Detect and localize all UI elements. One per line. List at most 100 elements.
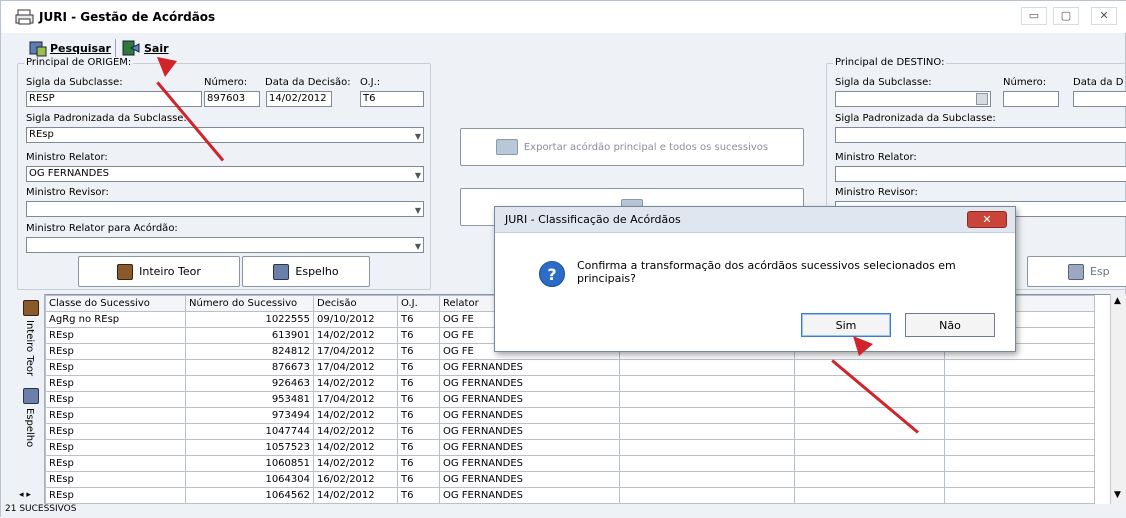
origem-oj-label: O.J.: (360, 77, 381, 88)
table-cell (944, 407, 1095, 424)
column-header[interactable]: O.J. (397, 295, 440, 312)
table-cell (794, 471, 945, 488)
table-cell (944, 439, 1095, 456)
side-tab-inteiro-teor[interactable]: Inteiro Teor (20, 300, 42, 380)
origem-sigla-padronizada-label: Sigla Padronizada da Subclasse: (26, 113, 187, 124)
origem-relator-select[interactable]: OG FERNANDES ▼ (26, 166, 424, 182)
tab-scroll-arrows-icon[interactable]: ◂ ▸ (19, 490, 31, 500)
table-cell: OG FERNANDES (439, 391, 620, 408)
table-row[interactable]: REsp 1064562 14/02/2012 T6 OG FERNANDES (45, 487, 1095, 504)
document-icon (117, 263, 134, 280)
inteiro-teor-button-label: Inteiro Teor (139, 265, 201, 278)
origem-data-field[interactable]: 14/02/2012 (266, 91, 332, 107)
table-cell: 876673 (185, 359, 314, 376)
no-button[interactable]: Não (905, 313, 995, 337)
table-cell: REsp (45, 327, 186, 344)
origem-group-label: Principal de ORIGEM: (24, 57, 134, 68)
table-row[interactable]: REsp 1047744 14/02/2012 T6 OG FERNANDES (45, 423, 1095, 440)
destino-relator-select[interactable] (835, 166, 1126, 182)
search-button[interactable]: Pesquisar (29, 37, 111, 59)
confirm-dialog: JURI - Classificação de Acórdãos ✕ ? Con… (494, 206, 1016, 352)
table-cell (944, 423, 1095, 440)
table-cell: 1057523 (185, 439, 314, 456)
column-header[interactable]: Decisão (313, 295, 398, 312)
table-cell: 14/02/2012 (313, 327, 398, 344)
table-row[interactable]: REsp 876673 17/04/2012 T6 OG FERNANDES (45, 359, 1095, 376)
column-header[interactable]: Número do Sucessivo (185, 295, 314, 312)
destino-revisor-label: Ministro Revisor: (835, 187, 918, 198)
minimize-button[interactable]: ▭ (1021, 7, 1047, 25)
origem-sigla-label: Sigla da Subclasse: (26, 77, 123, 88)
table-cell: 17/04/2012 (313, 359, 398, 376)
table-cell (619, 391, 795, 408)
table-cell: 1064562 (185, 487, 314, 504)
table-row[interactable]: REsp 973494 14/02/2012 T6 OG FERNANDES (45, 407, 1095, 424)
window-title: JURI - Gestão de Acórdãos (39, 10, 216, 24)
table-cell: 1064304 (185, 471, 314, 488)
table-cell: T6 (397, 343, 440, 360)
origem-relator-acordao-select[interactable]: ▼ (26, 237, 424, 253)
close-button[interactable]: ✕ (1091, 7, 1117, 25)
status-bar: 21 SUCESSIVOS (1, 504, 1126, 518)
table-cell: OG FERNANDES (439, 471, 620, 488)
inteiro-teor-button[interactable]: Inteiro Teor (78, 256, 240, 287)
table-cell: T6 (397, 311, 440, 328)
table-cell (944, 375, 1095, 392)
dialog-close-button[interactable]: ✕ (967, 211, 1007, 228)
table-cell: 14/02/2012 (313, 423, 398, 440)
search-icon (29, 41, 47, 57)
scroll-down-icon[interactable]: ▼ (1114, 490, 1121, 500)
scroll-up-icon[interactable]: ▲ (1114, 296, 1121, 306)
restore-button[interactable]: ▢ (1053, 7, 1079, 25)
destino-espelho-button-label: Esp (1090, 265, 1110, 278)
dialog-body: ? Confirma a transformação dos acórdãos … (501, 237, 1009, 345)
destino-sigla-padronizada-select[interactable] (835, 127, 1126, 143)
origem-numero-field[interactable]: 897603 (204, 91, 260, 107)
destino-numero-field[interactable] (1003, 91, 1059, 107)
table-cell: 16/02/2012 (313, 471, 398, 488)
mirror-document-icon (273, 263, 290, 280)
table-row[interactable]: REsp 1057523 14/02/2012 T6 OG FERNANDES (45, 439, 1095, 456)
table-cell: 1060851 (185, 455, 314, 472)
table-cell (794, 359, 945, 376)
table-row[interactable]: REsp 1060851 14/02/2012 T6 OG FERNANDES (45, 455, 1095, 472)
yes-button[interactable]: Sim (801, 313, 891, 337)
table-row[interactable]: REsp 953481 17/04/2012 T6 OG FERNANDES (45, 391, 1095, 408)
table-cell: REsp (45, 455, 186, 472)
destino-espelho-button[interactable]: Esp (1027, 256, 1126, 287)
table-cell: 14/02/2012 (313, 439, 398, 456)
destino-numero-label: Número: (1003, 77, 1047, 88)
export-button[interactable]: Exportar acórdão principal e todos os su… (460, 128, 804, 166)
destino-data-label: Data da D (1073, 77, 1124, 88)
table-cell (944, 487, 1095, 504)
table-cell (619, 359, 795, 376)
chevron-down-icon: ▼ (414, 242, 421, 251)
table-cell: 14/02/2012 (313, 375, 398, 392)
chevron-down-icon: ▼ (414, 171, 421, 180)
column-header[interactable]: Classe do Sucessivo (45, 295, 186, 312)
table-cell: T6 (397, 439, 440, 456)
title-bar: JURI - Gestão de Acórdãos ▭ ▢ ✕ (1, 1, 1126, 33)
espelho-button-label: Espelho (295, 265, 339, 278)
question-icon: ? (539, 261, 565, 287)
side-tab-espelho-label: Espelho (24, 408, 35, 448)
vertical-scrollbar[interactable]: ▲ ▼ (1110, 294, 1126, 504)
table-cell: 1047744 (185, 423, 314, 440)
table-row[interactable]: REsp 1064304 16/02/2012 T6 OG FERNANDES (45, 471, 1095, 488)
origem-relator-value: OG FERNANDES (29, 168, 109, 179)
origem-oj-field[interactable]: T6 (360, 91, 424, 107)
table-cell (619, 439, 795, 456)
table-cell: T6 (397, 455, 440, 472)
origem-revisor-select[interactable]: ▼ (26, 201, 424, 217)
espelho-button[interactable]: Espelho (242, 256, 370, 287)
destino-sigla-select[interactable] (835, 91, 991, 107)
mirror-document-icon (1068, 263, 1084, 280)
table-row[interactable]: REsp 926463 14/02/2012 T6 OG FERNANDES (45, 375, 1095, 392)
table-cell: REsp (45, 487, 186, 504)
destino-sigla-label: Sigla da Subclasse: (835, 77, 932, 88)
origem-relator-label: Ministro Relator: (26, 152, 108, 163)
destino-data-field[interactable] (1073, 91, 1126, 107)
side-tab-espelho[interactable]: Espelho (20, 388, 42, 448)
origem-sigla-padronizada-select[interactable]: REsp ▼ (26, 127, 424, 143)
status-text: 21 SUCESSIVOS (5, 504, 77, 514)
